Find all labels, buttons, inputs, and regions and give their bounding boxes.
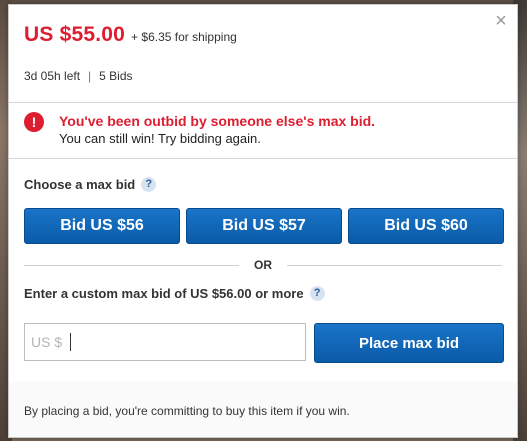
or-label: OR <box>254 258 272 272</box>
currency-prefix: US $ <box>31 334 63 350</box>
or-separator: OR <box>24 258 502 272</box>
shipping-cost: + $6.35 for shipping <box>131 30 237 44</box>
custom-bid-label: Enter a custom max bid of US $56.00 or m… <box>24 286 325 301</box>
close-icon[interactable]: × <box>493 11 509 31</box>
bid-count: 5 Bids <box>99 69 133 83</box>
outbid-alert-title: You've been outbid by someone else's max… <box>59 113 376 129</box>
choose-max-bid-label: Choose a max bid ? <box>24 177 157 192</box>
place-max-bid-button[interactable]: Place max bid <box>314 323 504 363</box>
outbid-alert-message: You can still win! Try bidding again. <box>59 131 261 146</box>
bid-57-button[interactable]: Bid US $57 <box>186 208 342 244</box>
bid-56-button[interactable]: Bid US $56 <box>24 208 180 244</box>
divider <box>9 102 517 103</box>
current-price: US $55.00 <box>24 23 126 46</box>
text-caret <box>70 333 72 351</box>
choose-max-bid-text: Choose a max bid <box>24 177 136 192</box>
time-left: 3d 05h left <box>24 69 81 83</box>
help-icon[interactable]: ? <box>141 177 157 192</box>
custom-bid-input[interactable]: US $ <box>24 323 306 361</box>
alert-icon: ! <box>24 112 44 132</box>
auction-status: 3d 05h left | 5 Bids <box>24 69 133 83</box>
divider <box>9 158 517 159</box>
status-separator: | <box>88 69 92 83</box>
custom-bid-text: Enter a custom max bid of US $56.00 or m… <box>24 286 304 301</box>
commitment-notice: By placing a bid, you're committing to b… <box>24 404 350 418</box>
bid-dialog: × US $55.00 + $6.35 for shipping 3d 05h … <box>8 4 518 438</box>
help-icon[interactable]: ? <box>309 286 325 301</box>
bid-60-button[interactable]: Bid US $60 <box>348 208 504 244</box>
price-row: US $55.00 + $6.35 for shipping <box>24 23 237 47</box>
